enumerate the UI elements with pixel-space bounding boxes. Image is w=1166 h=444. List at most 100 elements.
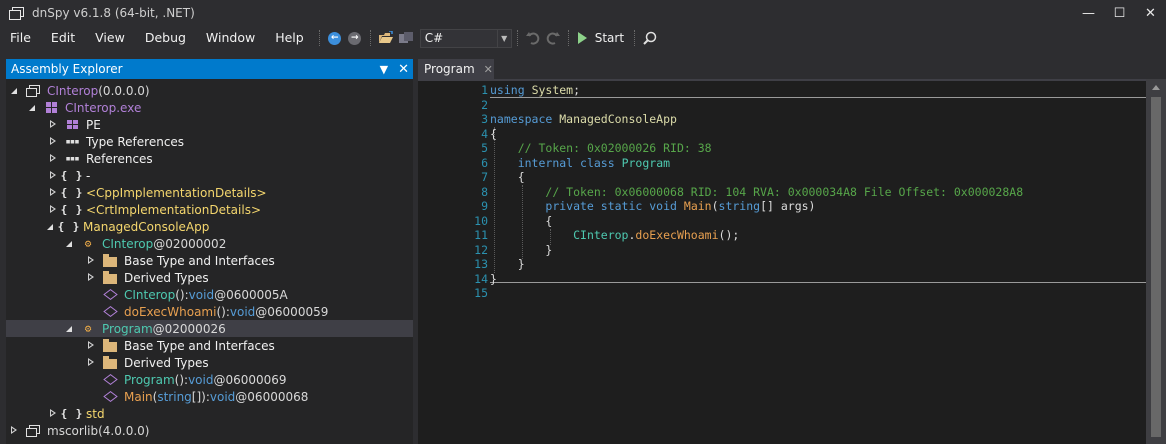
menu-file[interactable]: File bbox=[0, 26, 41, 50]
tree-node-method-doexecwhoami[interactable]: doExecWhoami() : void @06000059 bbox=[102, 303, 328, 320]
tree-node-namespace-crt[interactable]: { } <CrtImplementationDetails> bbox=[48, 201, 261, 218]
open-button[interactable] bbox=[376, 28, 396, 48]
tree-node-assembly-cinterop[interactable]: CInterop (0.0.0.0) bbox=[9, 82, 150, 99]
forward-button[interactable]: → bbox=[345, 28, 365, 48]
expand-arrow-icon[interactable] bbox=[9, 426, 19, 436]
tab-close-icon[interactable]: ✕ bbox=[484, 63, 493, 76]
language-select[interactable]: C# ▼ bbox=[419, 28, 512, 48]
collapse-arrow-icon[interactable] bbox=[64, 239, 74, 249]
line-number-gutter: 1 2 3 4 5 6 7 8 9 10 11 12 13 14 15 bbox=[436, 81, 498, 444]
method-token: @0600005A bbox=[214, 287, 288, 302]
expand-arrow-icon[interactable] bbox=[48, 171, 58, 181]
tree-node-token: @02000002 bbox=[153, 236, 227, 251]
line-number: 7 bbox=[481, 170, 488, 184]
line-number: 14 bbox=[474, 271, 488, 286]
namespace-system: System bbox=[531, 83, 574, 97]
tree-node-module[interactable]: CInterop.exe bbox=[27, 99, 141, 116]
maximize-button[interactable]: ☐ bbox=[1104, 0, 1135, 26]
pe-icon bbox=[64, 118, 80, 132]
assembly-explorer-header: Assembly Explorer ▼ ✕ bbox=[6, 59, 413, 79]
redo-button[interactable] bbox=[543, 28, 563, 48]
method-param-type: string bbox=[157, 389, 192, 404]
expand-arrow-icon[interactable] bbox=[86, 256, 96, 266]
toolbar-separator bbox=[318, 30, 320, 46]
open-list-button[interactable] bbox=[396, 28, 416, 48]
language-select-value: C# bbox=[424, 31, 444, 45]
tree-node-class-program[interactable]: ⚙ Program @02000026 bbox=[6, 320, 413, 337]
tree-node-base-types[interactable]: Base Type and Interfaces bbox=[86, 252, 275, 269]
line-number: 12 bbox=[474, 242, 488, 257]
collapse-arrow-icon[interactable] bbox=[64, 324, 74, 334]
tree-node-references[interactable]: ▪▪▪ References bbox=[48, 150, 153, 167]
chevron-down-icon: ▼ bbox=[496, 29, 511, 47]
assembly-icon bbox=[25, 424, 41, 438]
expand-arrow-icon[interactable] bbox=[48, 137, 58, 147]
static-method-icon bbox=[102, 390, 118, 404]
expand-arrow-icon[interactable] bbox=[48, 409, 58, 419]
menu-edit[interactable]: Edit bbox=[41, 26, 85, 50]
tree-node-class-cinterop[interactable]: ⚙ CInterop @02000002 bbox=[64, 235, 226, 252]
collapse-arrow-icon[interactable] bbox=[27, 103, 37, 113]
tree-node-method-ctor[interactable]: CInterop() : void @0600005A bbox=[102, 286, 288, 303]
expand-arrow-icon[interactable] bbox=[86, 341, 96, 351]
vertical-scrollbar[interactable] bbox=[1146, 79, 1166, 444]
tree-node-namespace-empty[interactable]: { } - bbox=[48, 167, 90, 184]
menu-help[interactable]: Help bbox=[265, 26, 314, 50]
scroll-up-arrow-icon[interactable] bbox=[1152, 85, 1160, 90]
expand-arrow-icon[interactable] bbox=[48, 188, 58, 198]
tree-node-method-program-ctor[interactable]: Program() : void @06000069 bbox=[102, 371, 287, 388]
menu-window[interactable]: Window bbox=[196, 26, 265, 50]
tree-node-assembly-mscorlib[interactable]: mscorlib (4.0.0.0) bbox=[9, 422, 149, 439]
minimize-button[interactable]: — bbox=[1073, 0, 1104, 26]
menu-view[interactable]: View bbox=[85, 26, 135, 50]
line-number: 10 bbox=[474, 213, 488, 228]
current-line-highlight-top bbox=[490, 97, 1146, 98]
start-button[interactable]: Start bbox=[577, 31, 624, 45]
expand-arrow-icon[interactable] bbox=[48, 205, 58, 215]
tree-node-type-references[interactable]: ▪▪▪ Type References bbox=[48, 133, 184, 150]
expand-arrow-icon[interactable] bbox=[86, 358, 96, 368]
params-rest: [] args) bbox=[760, 199, 816, 213]
code-editor[interactable]: 1 2 3 4 5 6 7 8 9 10 11 12 13 14 15 usin… bbox=[418, 79, 1166, 444]
expand-arrow-icon[interactable] bbox=[48, 120, 58, 130]
tree-node-label: References bbox=[86, 151, 153, 166]
expand-arrow-icon[interactable] bbox=[48, 154, 58, 164]
tab-program[interactable]: Program ✕ bbox=[418, 59, 494, 79]
close-button[interactable]: ✕ bbox=[1135, 0, 1166, 26]
code-line-7: { bbox=[490, 170, 525, 185]
tree-node-namespace-std[interactable]: { } std bbox=[48, 405, 105, 422]
tree-node-namespace-cpp[interactable]: { } <CppImplementationDetails> bbox=[48, 184, 267, 201]
keyword-using: using bbox=[490, 83, 525, 97]
tree-node-method-main[interactable]: Main(string[]) : void @06000068 bbox=[102, 388, 308, 405]
undo-icon bbox=[525, 32, 539, 45]
tree-node-version: (0.0.0.0) bbox=[98, 83, 150, 98]
code-line-12: } bbox=[490, 243, 552, 258]
tree-node-pe[interactable]: PE bbox=[48, 116, 101, 133]
keyword-modifiers: private static void bbox=[545, 199, 677, 213]
collapse-arrow-icon[interactable] bbox=[45, 222, 55, 232]
tree-node-namespace-managed[interactable]: { } ManagedConsoleApp bbox=[45, 218, 209, 235]
code-area[interactable]: using System; namespace ManagedConsoleAp… bbox=[490, 81, 1146, 444]
tree-node-derived-types[interactable]: Derived Types bbox=[86, 354, 209, 371]
dnspy-app-icon bbox=[9, 7, 24, 20]
undo-button[interactable] bbox=[523, 28, 543, 48]
tree-node-label: - bbox=[86, 168, 91, 183]
panel-close-icon[interactable]: ✕ bbox=[398, 62, 409, 77]
scrollbar-thumb[interactable] bbox=[1151, 97, 1161, 437]
collapse-arrow-icon[interactable] bbox=[9, 86, 19, 96]
code-line-9: private static void Main(string[] args) bbox=[490, 199, 815, 214]
menu-debug[interactable]: Debug bbox=[135, 26, 196, 50]
tree-node-base-types[interactable]: Base Type and Interfaces bbox=[86, 337, 275, 354]
tree-node-derived-types[interactable]: Derived Types bbox=[86, 269, 209, 286]
panel-menu-dropdown-icon[interactable]: ▼ bbox=[380, 63, 388, 76]
folder-icon bbox=[102, 338, 118, 353]
tree-node-label: Type References bbox=[86, 134, 185, 149]
back-button[interactable]: ← bbox=[325, 28, 345, 48]
search-button[interactable] bbox=[640, 28, 660, 48]
expand-arrow-icon[interactable] bbox=[86, 273, 96, 283]
toolbar-separator bbox=[516, 30, 518, 46]
code-line-11: CInterop.doExecWhoami(); bbox=[490, 228, 739, 243]
line-number: 6 bbox=[481, 155, 488, 170]
line-number: 5 bbox=[481, 141, 488, 155]
method-icon bbox=[102, 288, 118, 302]
